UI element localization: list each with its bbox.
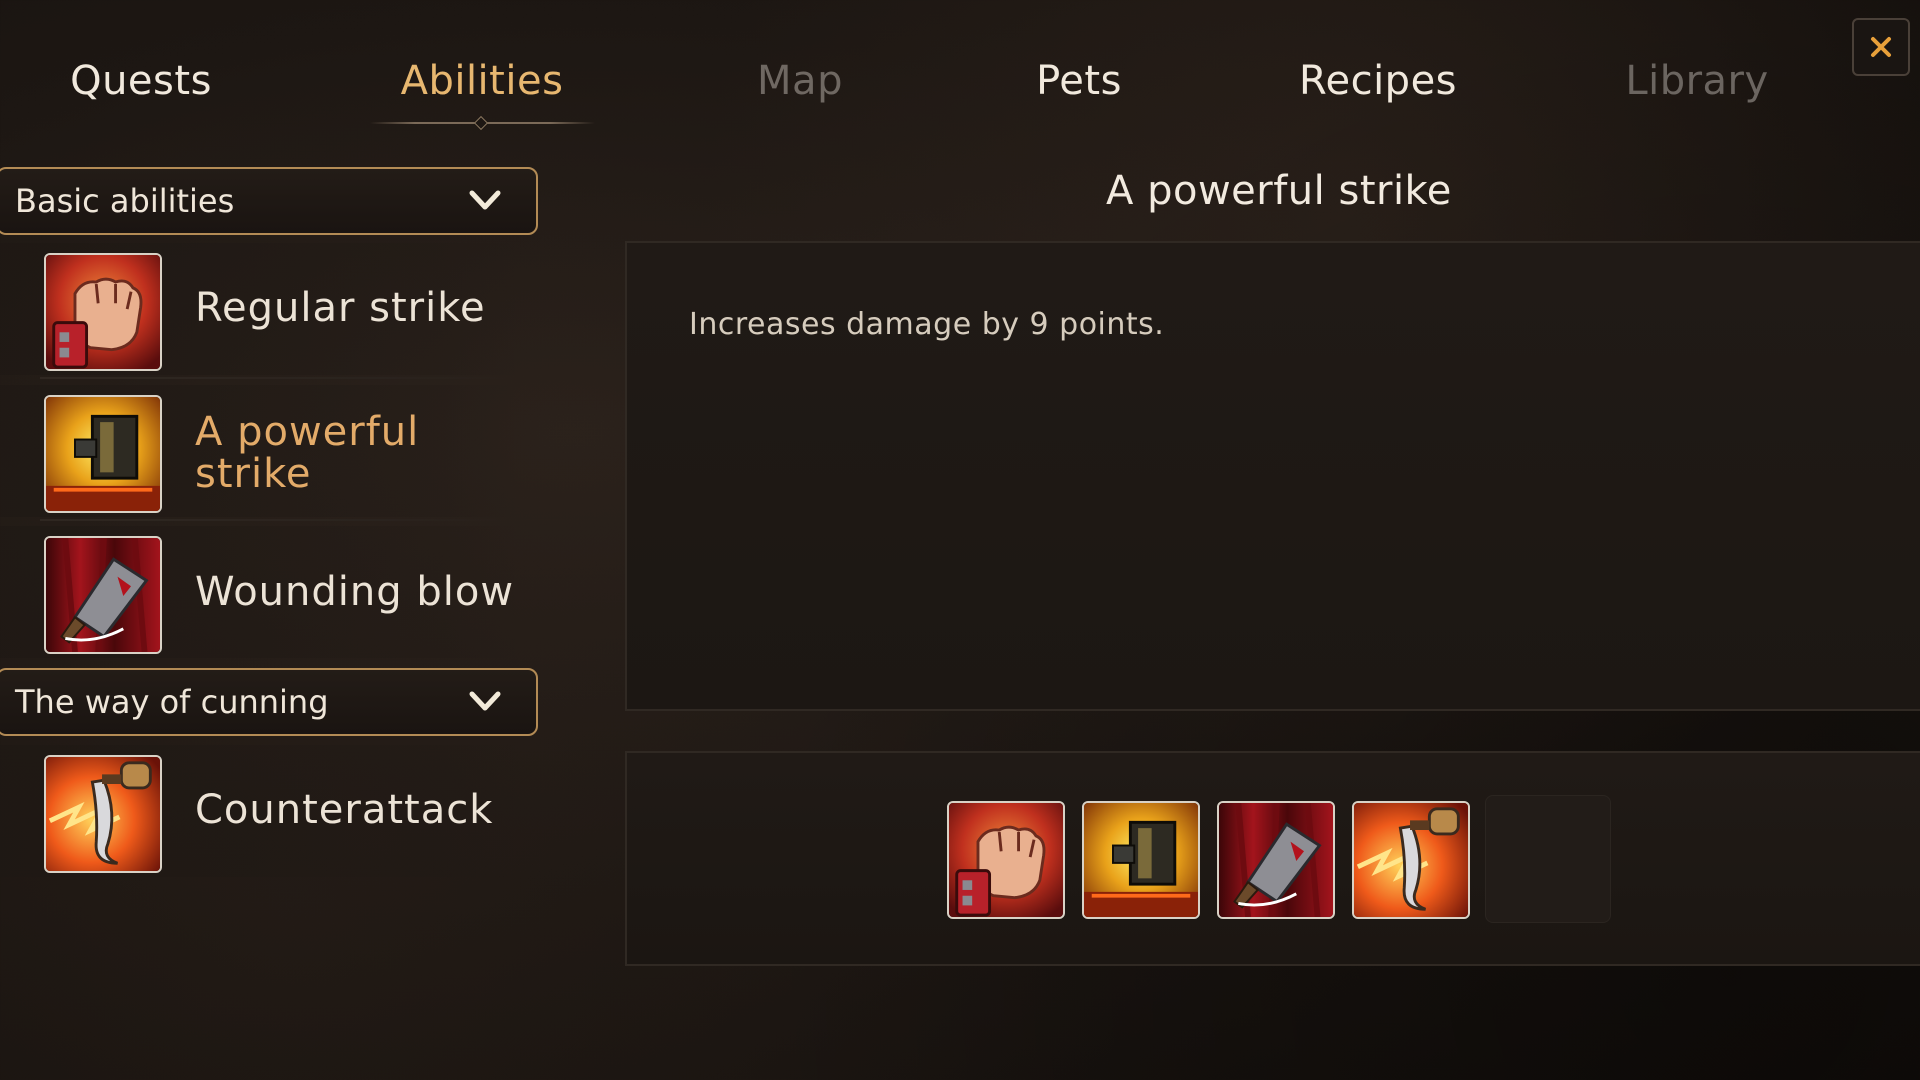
close-x-icon xyxy=(1871,37,1891,57)
ability-item-counterattack[interactable]: Counterattack xyxy=(0,745,520,877)
ability-name: Counterattack xyxy=(195,787,494,833)
ability-name: Regular strike xyxy=(195,285,486,331)
fist-icon xyxy=(44,253,162,371)
slot-cleaver-icon[interactable] xyxy=(1217,801,1335,919)
chevron-down-icon xyxy=(469,691,501,711)
hammer-icon xyxy=(44,395,162,513)
ability-item-regular-strike[interactable]: Regular strike xyxy=(0,243,520,379)
ability-name: Wounding blow xyxy=(195,569,515,615)
ability-item-wounding-blow[interactable]: Wounding blow xyxy=(0,526,520,658)
empty-slot[interactable] xyxy=(1485,795,1611,923)
slot-hammer-icon[interactable] xyxy=(1082,801,1200,919)
group-label: Basic abilities xyxy=(15,182,235,220)
cleaver-icon xyxy=(44,536,162,654)
ability-item-powerful-strike[interactable]: A powerful strike xyxy=(0,385,520,521)
tab-quests[interactable]: Quests xyxy=(70,58,212,104)
ability-description-panel: Increases damage by 9 points. xyxy=(625,241,1920,711)
group-header-basic-abilities[interactable]: Basic abilities xyxy=(0,167,538,235)
dagger-icon xyxy=(44,755,162,873)
active-tab-underline xyxy=(370,122,595,124)
group-header-way-of-cunning[interactable]: The way of cunning xyxy=(0,668,538,736)
slot-dagger-icon[interactable] xyxy=(1352,801,1470,919)
ability-name: A powerful strike xyxy=(195,409,420,497)
group-label: The way of cunning xyxy=(15,683,329,721)
ability-description: Increases damage by 9 points. xyxy=(689,307,1165,342)
close-button[interactable] xyxy=(1852,18,1910,76)
ability-slots-bar xyxy=(625,751,1920,966)
tab-recipes[interactable]: Recipes xyxy=(1299,58,1457,104)
slot-fist-icon[interactable] xyxy=(947,801,1065,919)
tab-abilities[interactable]: Abilities xyxy=(401,58,564,104)
chevron-down-icon xyxy=(469,190,501,210)
tab-library[interactable]: Library xyxy=(1625,58,1768,104)
tab-bar: Quests Abilities Map Pets Recipes Librar… xyxy=(0,58,1830,118)
ability-detail-title: A powerful strike xyxy=(1106,168,1452,214)
tab-map[interactable]: Map xyxy=(757,58,843,104)
tab-pets[interactable]: Pets xyxy=(1036,58,1122,104)
